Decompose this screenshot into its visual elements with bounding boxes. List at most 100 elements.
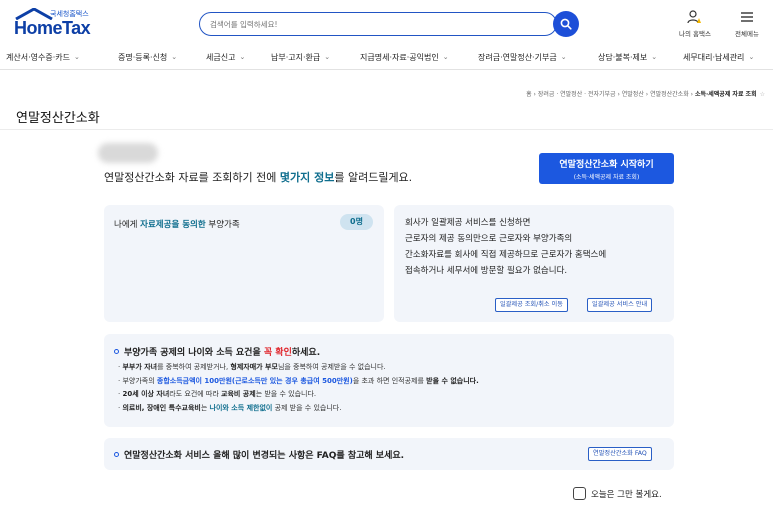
requirements-title-emphasis: 꼭 확인 <box>263 348 292 358</box>
search-bar <box>199 12 557 36</box>
description-line: 근로자의 제공 동의만으로 근로자와 부양가족의 <box>405 234 573 244</box>
breadcrumb-item[interactable]: 장려금 · 연말정산 · 전자기부금 <box>538 91 616 98</box>
dismiss-today-label: 오늘은 그만 볼게요. <box>591 489 662 500</box>
intro-text: 연말정산간소화 자료를 조회하기 전에 몇가지 정보를 알려드릴게요. <box>104 169 412 185</box>
star-icon[interactable]: ☆ <box>760 91 765 98</box>
req-bold: 의료비, 장애인 특수교육비 <box>122 403 201 412</box>
nav-item-consulting[interactable]: 상담·불복·제보 ⌄ <box>598 52 657 63</box>
requirements-title-pre: 부양가족 공제의 나이와 소득 요건을 <box>124 348 264 358</box>
chevron-down-icon: ⌄ <box>73 53 80 61</box>
breadcrumb-item[interactable]: 연말정산 <box>622 91 644 98</box>
req-bold: 형제자매가 부모 <box>230 363 278 371</box>
intro-pre: 연말정산간소화 자료를 조회하기 전에 <box>104 171 280 184</box>
all-menu-label: 전체메뉴 <box>735 30 759 38</box>
hamburger-menu-icon <box>740 12 753 22</box>
nav-label: 증명·등록·신청 <box>118 53 168 62</box>
consent-pre: 나에게 <box>114 220 141 230</box>
consent-dependents-panel: 나에게 자료제공을 동의한 부양가족 0명 <box>104 205 384 322</box>
main-nav: 계산서·영수증·카드 ⌄ 증명·등록·신청 ⌄ 세금신고 ⌄ 납부·고지·환급 ⌄ 지급… <box>0 48 773 70</box>
chevron-down-icon: ⌄ <box>651 53 658 61</box>
req-text: 님을 중복하여 공제받을 수 없습니다. <box>277 363 386 371</box>
dismiss-today-checkbox[interactable] <box>573 487 586 500</box>
requirements-notice: 부양가족 공제의 나이와 소득 요건을 꼭 확인하세요. · 부부가 자녀를 중… <box>104 334 674 427</box>
req-text: 를 중복하여 공제받거나, <box>157 363 231 371</box>
logo-wordmark: HomeTax <box>14 18 91 38</box>
my-hometax-button[interactable]: 나의 홈택스 <box>679 10 711 38</box>
search-icon <box>560 18 572 30</box>
description-line: 회사가 일괄제공 서비스를 신청하면 <box>405 218 531 228</box>
hometax-logo[interactable]: 국세청홈택스 HomeTax <box>12 8 97 38</box>
faq-notice: 연말정산간소화 서비스 올해 많이 변경되는 사항은 FAQ를 참고해 보세요.… <box>104 438 674 470</box>
consent-dependents-label: 나에게 자료제공을 동의한 부양가족 <box>114 218 240 230</box>
req-text: 라도 요건에 따라 <box>169 390 222 398</box>
nav-item-tax-agent[interactable]: 세무대리·납세관리 ⌄ <box>683 52 754 63</box>
req-text: 는 <box>200 403 210 412</box>
consent-post: 부양가족 <box>205 220 240 230</box>
intro-highlight: 몇가지 정보 <box>279 171 335 184</box>
start-button-label: 연말정산간소화 시작하기 <box>559 160 654 170</box>
nav-label: 세무대리·납세관리 <box>683 53 745 62</box>
breadcrumb-current: 소득·세액공제 자료 조회 <box>694 91 757 98</box>
bulk-service-guide-button[interactable]: 일괄제공 서비스 안내 <box>587 298 653 312</box>
chevron-down-icon: ⌄ <box>171 53 178 61</box>
requirements-title-post: 하세요. <box>291 348 321 358</box>
chevron-down-icon: ⌄ <box>324 53 331 61</box>
search-input[interactable] <box>210 16 530 32</box>
faq-button[interactable]: 연말정산간소화 FAQ <box>588 447 652 461</box>
nav-label: 납부·고지·환급 <box>271 53 321 62</box>
dismiss-today-option[interactable]: 오늘은 그만 볼게요. <box>573 487 662 500</box>
user-icon <box>687 10 701 24</box>
req-bold: 교육비 공제 <box>221 390 256 398</box>
user-name-blurred <box>98 143 158 163</box>
start-simplified-service-button[interactable]: 연말정산간소화 시작하기 (소득·세액공제 자료 조회) <box>539 153 674 184</box>
nav-item-tax-filing[interactable]: 세금신고 ⌄ <box>206 52 245 63</box>
all-menu-button[interactable]: 전체메뉴 <box>735 10 759 38</box>
nav-label: 계산서·영수증·카드 <box>6 53 70 62</box>
requirement-item: · 부양가족의 종합소득금액이 100만원(근로소득만 있는 경우 총급여 50… <box>118 376 479 385</box>
dependents-count-badge[interactable]: 0명 <box>340 214 373 230</box>
req-text: 공제 받을 수 있습니다. <box>272 403 342 412</box>
header: 국세청홈택스 HomeTax 나의 홈택스 전체메뉴 <box>0 0 773 46</box>
nav-label: 세금신고 <box>206 53 236 62</box>
nav-item-statements[interactable]: 지급명세·자료·공익법인 ⌄ <box>360 52 449 63</box>
req-highlight: 종합소득금액이 100만원(근로소득만 있는 경우 총급여 500만원) <box>156 376 353 385</box>
nav-item-year-end[interactable]: 장려금·연말정산·기부금 ⌄ <box>478 52 567 63</box>
chevron-down-icon: ⌄ <box>748 53 755 61</box>
req-text: 는 받을 수 있습니다. <box>255 390 317 398</box>
description-line: 접속하거나 세무서에 방문할 필요가 없습니다. <box>405 266 568 276</box>
req-highlight: 나이와 소득 제한없이 <box>209 403 273 412</box>
requirement-item: · 부부가 자녀를 중복하여 공제받거나, 형제자매가 부모님을 중복하여 공제… <box>118 363 386 371</box>
start-button-sublabel: (소득·세액공제 자료 조회) <box>573 174 640 181</box>
nav-label: 지급명세·자료·공익법인 <box>360 53 439 62</box>
requirements-list: · 부부가 자녀를 중복하여 공제받거나, 형제자매가 부모님을 중복하여 공제… <box>118 361 479 415</box>
divider <box>0 129 773 130</box>
my-hometax-label: 나의 홈택스 <box>679 30 711 38</box>
consent-highlight: 자료제공을 동의한 <box>140 220 206 230</box>
breadcrumb-item[interactable]: 홈 <box>526 91 532 98</box>
nav-item-payment[interactable]: 납부·고지·환급 ⌄ <box>271 52 330 63</box>
req-bold: 20세 이상 자녀 <box>122 390 170 398</box>
description-line: 간소화자료를 회사에 직접 제공하므로 근로자가 홈택스에 <box>405 250 607 260</box>
bulk-query-cancel-button[interactable]: 일괄제공 조회/취소 이동 <box>495 298 568 312</box>
requirement-item: · 20세 이상 자녀라도 요건에 따라 교육비 공제는 받을 수 있습니다. <box>118 390 317 398</box>
nav-item-certificates[interactable]: 증명·등록·신청 ⌄ <box>118 52 177 63</box>
bullet-circle-icon <box>114 452 119 457</box>
breadcrumb-item[interactable]: 연말정산간소화 <box>650 91 689 98</box>
req-text: 부양가족의 <box>122 376 157 385</box>
faq-text: 연말정산간소화 서비스 올해 많이 변경되는 사항은 FAQ를 참고해 보세요. <box>114 448 404 461</box>
intro-post: 를 알려드릴게요. <box>334 171 413 184</box>
bulk-provision-panel: 회사가 일괄제공 서비스를 신청하면 근로자의 제공 동의만으로 근로자와 부양… <box>394 205 674 322</box>
chevron-down-icon: ⌄ <box>560 53 567 61</box>
nav-item-invoices[interactable]: 계산서·영수증·카드 ⌄ <box>6 52 80 63</box>
req-text: 을 초과 하면 인적공제를 <box>352 376 427 385</box>
bulk-provision-description: 회사가 일괄제공 서비스를 신청하면 근로자의 제공 동의만으로 근로자와 부양… <box>405 215 606 279</box>
requirements-title: 부양가족 공제의 나이와 소득 요건을 꼭 확인하세요. <box>114 345 320 358</box>
bullet-circle-icon <box>114 349 119 354</box>
chevron-down-icon: ⌄ <box>442 53 449 61</box>
req-bold: 받을 수 없습니다. <box>426 376 479 385</box>
req-bold: 부부가 자녀 <box>122 363 158 371</box>
nav-label: 상담·불복·제보 <box>598 53 648 62</box>
breadcrumb: 홈 › 장려금 · 연말정산 · 전자기부금 › 연말정산 › 연말정산간소화 … <box>526 91 765 98</box>
requirement-item: · 의료비, 장애인 특수교육비는 나이와 소득 제한없이 공제 받을 수 있습… <box>118 403 342 412</box>
search-button[interactable] <box>553 11 579 37</box>
